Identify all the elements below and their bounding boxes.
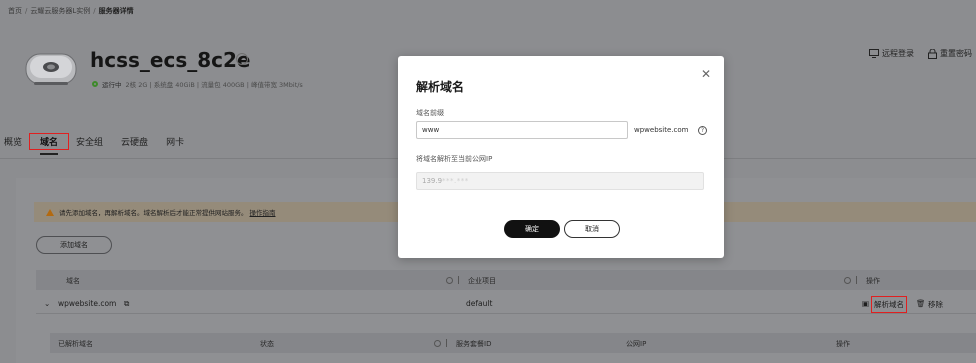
help-icon[interactable]: ? [698, 126, 707, 135]
col-status: 状态 [260, 340, 274, 348]
server-icon [25, 53, 77, 85]
col-package-id: 服务套餐ID [456, 340, 492, 348]
col-actions: 操作 [866, 277, 880, 285]
tab-domain[interactable]: 域名 [29, 133, 70, 155]
public-ip-value: 139.9 [422, 177, 443, 185]
subtable-header: 已解析域名 状态 服务套餐ID 公网IP 操作 [50, 333, 976, 353]
confirm-button[interactable]: 确定 [504, 220, 560, 238]
dialog-title: 解析域名 [416, 80, 465, 94]
breadcrumb: 首页 / 云耀云服务器L实例 / 服务器详情 [8, 7, 134, 15]
tab-bar: 概览 域名 安全组 云硬盘 网卡 [0, 133, 193, 155]
add-domain-button[interactable]: 添加域名 [36, 236, 112, 254]
cancel-button[interactable]: 取消 [564, 220, 620, 238]
breadcrumb-instances[interactable]: 云耀云服务器L实例 [30, 7, 90, 15]
public-ip-masked: ***.*** [442, 177, 469, 185]
remote-login-label: 远程登录 [882, 49, 914, 58]
row-project: default [466, 299, 493, 308]
server-status: 运行中 [102, 81, 122, 89]
reset-password-button[interactable]: 重置密码 [928, 48, 972, 59]
tab-overview[interactable]: 概览 [0, 135, 31, 148]
tab-cloud-disk[interactable]: 云硬盘 [112, 135, 157, 148]
dns-icon: ▣ [862, 299, 870, 308]
chevron-down-icon[interactable]: ⌄ [44, 299, 50, 308]
lock-icon [928, 48, 937, 59]
prefix-input[interactable] [416, 121, 628, 139]
server-meta: 运行中 2核 2G | 系统盘 40GiB | 流量包 400GB | 峰值带宽… [92, 79, 303, 89]
parse-domain-dialog: 解析域名 ✕ 域名前缀 wpwebsite.com ? 将域名解析至当前公网IP… [398, 56, 724, 258]
monitor-icon [869, 49, 879, 58]
status-dot-icon [92, 81, 98, 87]
domain-suffix: wpwebsite.com [634, 126, 689, 134]
sort-icon[interactable] [434, 339, 452, 347]
col-domain: 域名 [66, 277, 80, 285]
col-project: 企业项目 [468, 277, 496, 285]
col-parsed-domain: 已解析域名 [58, 340, 93, 348]
tab-security-group[interactable]: 安全组 [67, 135, 112, 148]
warning-icon [46, 208, 54, 216]
reset-password-label: 重置密码 [940, 49, 972, 58]
col-sub-actions: 操作 [836, 340, 850, 348]
remote-login-button[interactable]: 远程登录 [869, 48, 914, 59]
col-public-ip: 公网IP [626, 340, 647, 348]
sort-icon[interactable] [446, 276, 464, 284]
row-domain: wpwebsite.com [58, 299, 117, 308]
ip-label: 将域名解析至当前公网IP [416, 155, 493, 163]
prefix-label: 域名前缀 [416, 109, 444, 117]
guide-link[interactable]: 操作指南 [250, 207, 276, 217]
server-specs: 2核 2G | 系统盘 40GiB | 流量包 400GB | 峰值带宽 3Mb… [125, 81, 303, 89]
edit-icon[interactable] [236, 53, 248, 65]
close-icon[interactable]: ✕ [700, 68, 712, 80]
breadcrumb-home[interactable]: 首页 [8, 7, 22, 15]
server-name: hcss_ecs_8c2e [90, 48, 251, 72]
public-ip-field: 139.9***.*** [416, 172, 704, 190]
table-row: ⌄ wpwebsite.com ⧉ default ▣ 解析域名 🗑 移除 [36, 292, 976, 314]
parse-domain-link[interactable]: 解析域名 [871, 296, 907, 313]
filter-icon[interactable] [844, 276, 862, 284]
notice-text: 请先添加域名，再解析域名。域名解析后才能正常提供网站服务。 [59, 209, 248, 217]
copy-icon[interactable]: ⧉ [124, 299, 129, 309]
tab-nic[interactable]: 网卡 [157, 135, 193, 148]
trash-icon: 🗑 [916, 299, 926, 308]
remove-link[interactable]: 移除 [928, 299, 943, 310]
top-actions: 远程登录 重置密码 [869, 48, 972, 59]
table-header: 域名 企业项目 操作 [36, 270, 976, 290]
breadcrumb-current: 服务器详情 [98, 7, 134, 15]
